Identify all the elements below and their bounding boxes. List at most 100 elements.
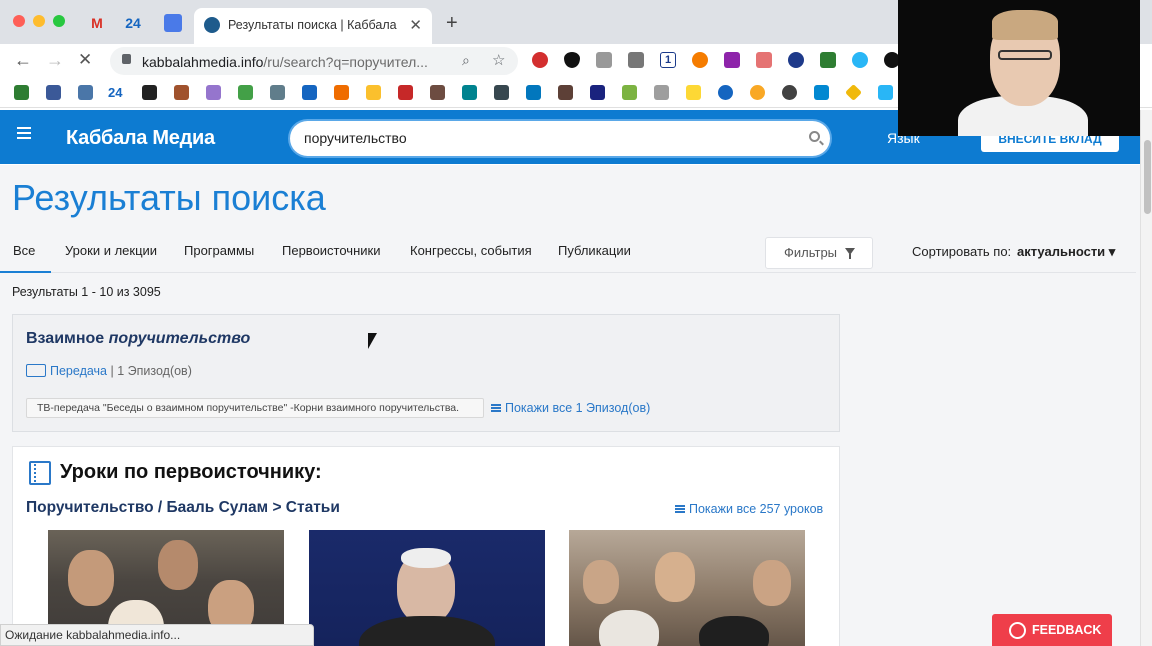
tab-close-icon[interactable]: ✕ — [409, 16, 422, 34]
back-arrow-icon[interactable]: ← — [14, 50, 32, 71]
mouse-cursor-icon — [368, 333, 377, 349]
bookmark-owl-icon[interactable] — [558, 85, 573, 100]
cloud-icon[interactable] — [852, 52, 868, 68]
lesson-thumbnail-2[interactable] — [309, 530, 545, 646]
play-extension-icon[interactable] — [820, 52, 836, 68]
url-text: kabbalahmedia.info/ru/search?q=поручител… — [142, 54, 428, 70]
tab-lessons[interactable]: Уроки и лекции — [65, 237, 157, 273]
bookmark-plane-icon[interactable] — [878, 85, 893, 100]
pinned-tab-docs-icon[interactable] — [164, 14, 182, 32]
metamask-icon[interactable] — [692, 52, 708, 68]
episode-count: | 1 Эпизод(ов) — [110, 364, 192, 378]
m-extension-icon[interactable] — [628, 52, 644, 68]
address-bar[interactable]: kabbalahmedia.info/ru/search?q=поручител… — [110, 47, 518, 75]
bookmark-plus-icon[interactable] — [14, 85, 29, 100]
close-window-button[interactable] — [13, 15, 25, 27]
bookmark-vk-icon[interactable] — [78, 85, 93, 100]
result-card-lessons: Уроки по первоисточнику: Поручительство … — [12, 446, 840, 646]
bookmark-dark-icon[interactable] — [142, 85, 157, 100]
s-extension-icon[interactable] — [724, 52, 740, 68]
filters-label: Фильтры — [784, 245, 838, 260]
bookmark-kp-icon[interactable] — [654, 85, 669, 100]
bookmark-binance-icon[interactable] — [845, 84, 862, 101]
shield-icon[interactable] — [564, 52, 580, 68]
bookmark-gray-icon[interactable] — [270, 85, 285, 100]
page-scrollbar[interactable] — [1140, 110, 1152, 646]
source-link[interactable]: Поручительство / Бааль Сулам > Статьи — [26, 499, 340, 517]
bookmark-brown-icon[interactable] — [174, 85, 189, 100]
pinned-tab-gmail[interactable]: M — [88, 14, 106, 32]
episode-chip[interactable]: ТВ-передача "Беседы о взаимном поручител… — [26, 398, 484, 418]
bookmark-send-icon[interactable] — [494, 85, 509, 100]
sort-label: Сортировать по: — [912, 244, 1012, 259]
page-title: Результаты поиска — [12, 177, 326, 218]
bookmark-lock-icon[interactable] — [686, 85, 701, 100]
bookmark-c-icon[interactable] — [814, 85, 829, 100]
bookmark-chart-icon[interactable] — [334, 85, 349, 100]
result-meta: Передача | 1 Эпизод(ов) — [26, 364, 192, 378]
stop-loading-icon[interactable]: ✕ — [78, 50, 92, 70]
lesson-thumbnail-3[interactable] — [569, 530, 805, 646]
tab-programs[interactable]: Программы — [184, 237, 254, 273]
bookmark-cloud-icon[interactable] — [526, 85, 541, 100]
bookmark-star-icon[interactable]: ☆ — [492, 51, 505, 69]
filters-button[interactable]: Фильтры — [765, 237, 873, 269]
pdf-extension-icon[interactable] — [756, 52, 772, 68]
bookmark-purple-icon[interactable] — [206, 85, 221, 100]
notebook-icon — [29, 461, 51, 485]
tab-publications[interactable]: Публикации — [558, 237, 631, 273]
bookmark-red-icon[interactable] — [398, 85, 413, 100]
hamburger-menu-icon[interactable] — [17, 127, 31, 139]
bookmark-green-icon[interactable] — [238, 85, 253, 100]
scrollbar-thumb[interactable] — [1144, 140, 1151, 214]
site-search-box[interactable] — [290, 121, 830, 156]
results-count: Результаты 1 - 10 из 3095 — [12, 285, 161, 299]
adblock-icon[interactable] — [532, 52, 548, 68]
result-title-link[interactable]: Взаимное поручительство — [26, 330, 250, 348]
active-tab-title: Результаты поиска | Каббала — [228, 18, 397, 32]
bookmark-facebook-icon[interactable] — [46, 85, 61, 100]
sort-dropdown[interactable]: актуальности ▾ — [1017, 244, 1115, 260]
list-icon — [491, 404, 501, 412]
show-all-episodes-link[interactable]: Покажи все 1 Эпизод(ов) — [491, 401, 650, 415]
webcam-overlay — [898, 0, 1140, 136]
bookmark-coin-icon[interactable] — [750, 85, 765, 100]
lock-icon — [122, 54, 131, 64]
browser-status-bar: Ожидание kabbalahmedia.info... — [0, 624, 314, 646]
one-extension-icon[interactable]: 1 — [660, 52, 676, 68]
active-tab[interactable]: Результаты поиска | Каббала ✕ — [194, 8, 432, 44]
lessons-heading: Уроки по первоисточнику: — [60, 461, 322, 483]
show-all-lessons-link[interactable]: Покажи все 257 уроков — [675, 502, 823, 516]
tab-all[interactable]: Все — [0, 237, 51, 273]
site-logo[interactable]: Каббала Медиа — [66, 127, 215, 150]
code-extension-icon[interactable] — [596, 52, 612, 68]
search-icon[interactable]: ⌕ — [462, 52, 470, 69]
minimize-window-button[interactable] — [33, 15, 45, 27]
bookmark-yellow-chart-icon[interactable] — [366, 85, 381, 100]
bookmark-teal-icon[interactable] — [462, 85, 477, 100]
site-favicon-icon — [204, 17, 220, 33]
maximize-window-button[interactable] — [53, 15, 65, 27]
result-card-program: Взаимное поручительство Передача | 1 Эпи… — [12, 314, 840, 432]
tab-sources[interactable]: Первоисточники — [282, 237, 380, 273]
bookmark-wave-icon[interactable] — [718, 85, 733, 100]
bookmark-24[interactable]: 24 — [108, 85, 128, 100]
forward-arrow-icon[interactable]: → — [46, 50, 64, 71]
new-tab-button[interactable]: + — [446, 12, 458, 35]
bookmark-paypal-icon[interactable] — [590, 85, 605, 100]
bookmark-m-icon[interactable] — [782, 85, 797, 100]
funnel-icon — [845, 248, 855, 259]
pinned-tab-24[interactable]: 24 — [124, 14, 142, 32]
globe-icon[interactable] — [788, 52, 804, 68]
program-type-link[interactable]: Передача — [50, 364, 107, 378]
tab-events[interactable]: Конгрессы, события — [410, 237, 532, 273]
list-icon — [675, 505, 685, 513]
site-search-input[interactable] — [304, 128, 784, 148]
search-icon[interactable] — [809, 131, 820, 142]
bookmark-b-icon[interactable] — [430, 85, 445, 100]
tv-icon — [26, 364, 46, 377]
feedback-button[interactable]: FEEDBACK — [992, 614, 1112, 646]
bookmark-shopify-icon[interactable] — [622, 85, 637, 100]
feedback-icon — [1009, 622, 1026, 639]
bookmark-blue-icon[interactable] — [302, 85, 317, 100]
